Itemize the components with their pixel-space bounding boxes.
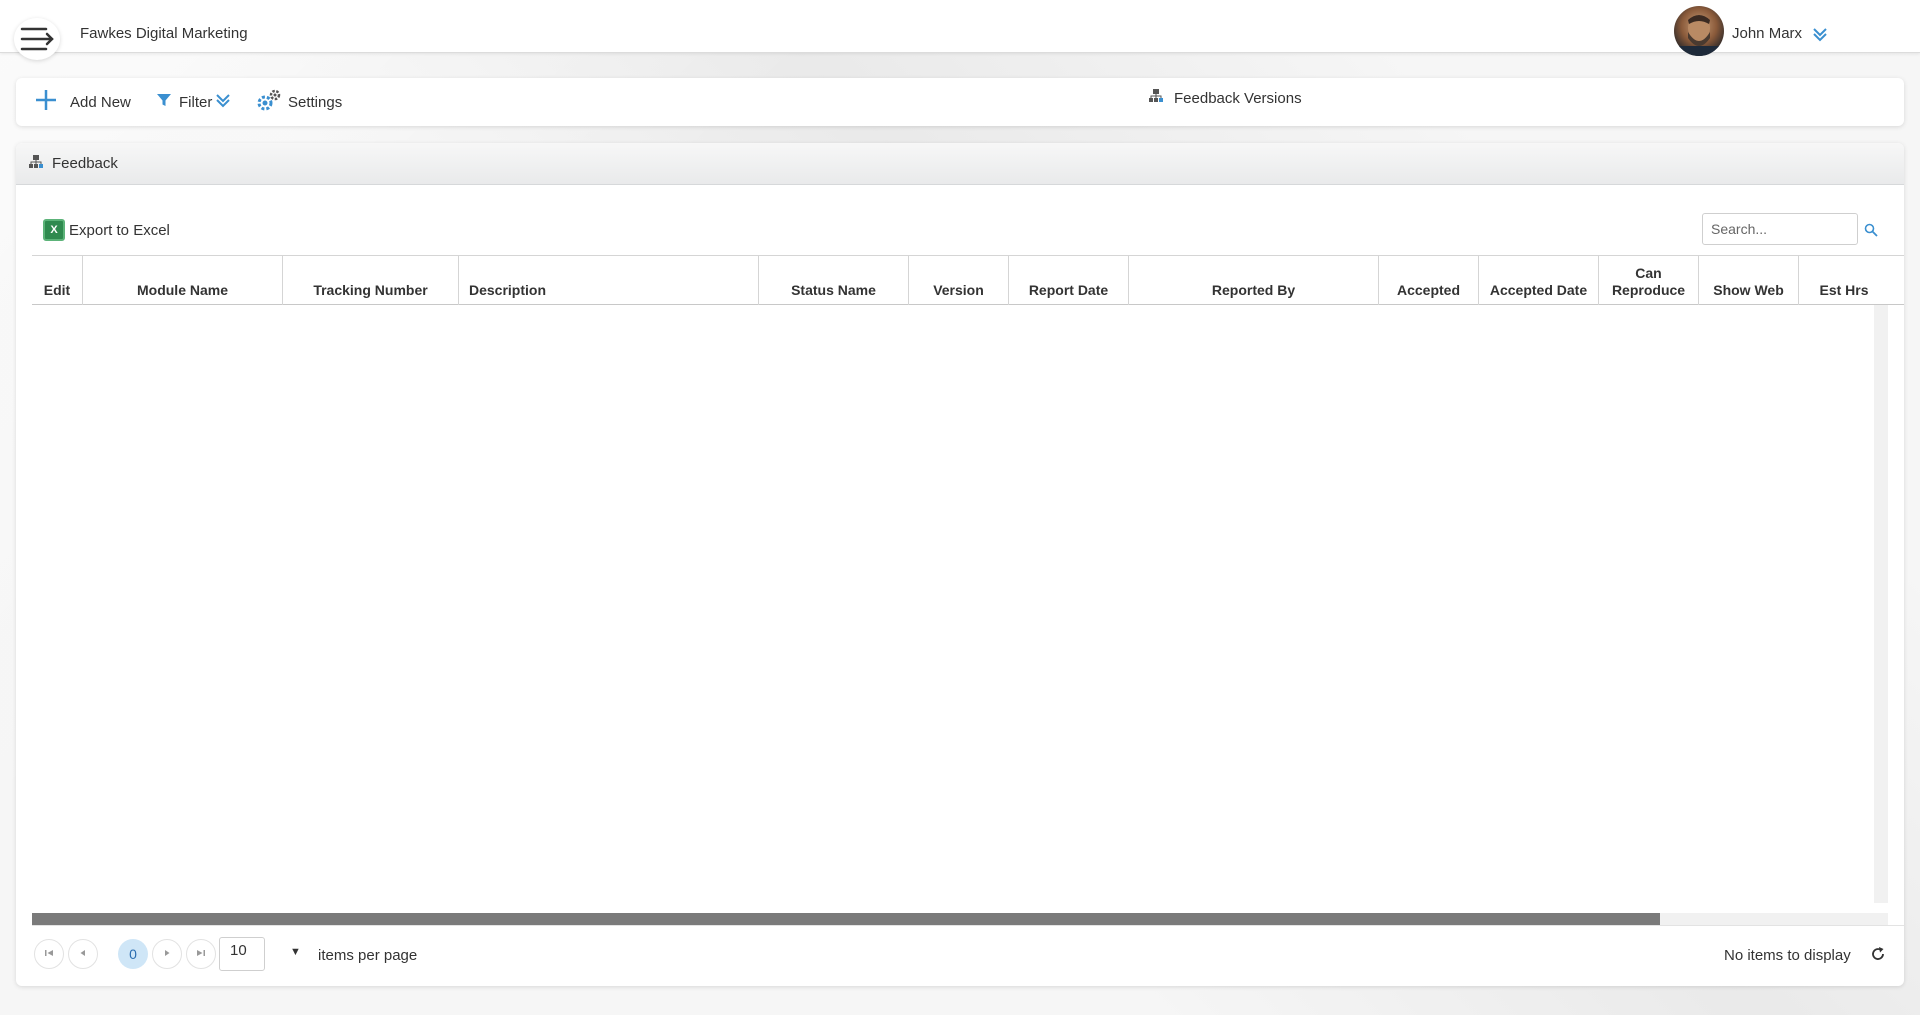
- column-header-can-reproduce[interactable]: Can Reproduce: [1599, 256, 1699, 305]
- gears-icon: [256, 88, 288, 116]
- column-header-est-hrs[interactable]: Est Hrs: [1799, 256, 1889, 305]
- first-page-icon: [44, 948, 54, 961]
- column-header-version[interactable]: Version: [909, 256, 1009, 305]
- column-header-report-date[interactable]: Report Date: [1009, 256, 1129, 305]
- filter-icon: [155, 91, 179, 113]
- items-per-page-label: items per page: [318, 947, 418, 964]
- settings-button[interactable]: Settings: [256, 78, 342, 126]
- next-page-icon: [162, 948, 172, 961]
- column-header-tracking-number[interactable]: Tracking Number: [283, 256, 459, 305]
- user-avatar[interactable]: [1674, 6, 1724, 56]
- top-header: Fawkes Digital Marketing John Marx: [0, 0, 1920, 56]
- menu-toggle-button[interactable]: [14, 18, 60, 60]
- user-name[interactable]: John Marx: [1732, 25, 1802, 42]
- double-chevron-down-icon[interactable]: [1812, 26, 1828, 47]
- search-input[interactable]: [1702, 213, 1858, 245]
- hierarchy-icon: [28, 154, 52, 174]
- vertical-scrollbar[interactable]: [1874, 305, 1888, 903]
- double-chevron-down-icon: [215, 92, 237, 112]
- company-name: Fawkes Digital Marketing: [80, 25, 248, 42]
- excel-icon: X: [43, 219, 65, 241]
- previous-page-icon: [78, 948, 88, 961]
- column-header-edit[interactable]: Edit: [32, 256, 83, 305]
- refresh-icon[interactable]: [1870, 946, 1886, 967]
- grid-header: Edit Module Name Tracking Number Descrip…: [32, 255, 1904, 305]
- export-to-excel-button[interactable]: X Export to Excel: [43, 219, 170, 241]
- toolbar: Add New Filter Settings Feedback Version…: [16, 78, 1904, 126]
- column-header-accepted-date[interactable]: Accepted Date: [1479, 256, 1599, 305]
- add-new-label: Add New: [70, 93, 131, 111]
- column-header-reported-by[interactable]: Reported By: [1129, 256, 1379, 305]
- grid-body: [32, 305, 1888, 903]
- panel-header: Feedback: [16, 143, 1904, 185]
- plus-icon: [34, 88, 64, 116]
- column-header-description[interactable]: Description: [459, 256, 759, 305]
- column-header-status-name[interactable]: Status Name: [759, 256, 909, 305]
- last-page-button[interactable]: [186, 939, 216, 969]
- panel-title: Feedback: [52, 155, 118, 172]
- pager-info: No items to display: [1724, 947, 1851, 964]
- export-label: Export to Excel: [69, 221, 170, 239]
- hierarchy-icon: [1148, 88, 1174, 108]
- pager: 0 10 ▼ items per page No items to displa…: [32, 925, 1904, 977]
- filter-label: Filter: [179, 93, 213, 111]
- page-size-select[interactable]: 10: [219, 937, 265, 971]
- first-page-button[interactable]: [34, 939, 64, 969]
- feedback-panel: Feedback X Export to Excel Edit Module N…: [16, 143, 1904, 986]
- caret-down-icon[interactable]: ▼: [290, 946, 301, 958]
- add-new-button[interactable]: Add New: [34, 78, 131, 126]
- column-header-show-web[interactable]: Show Web: [1699, 256, 1799, 305]
- horizontal-scrollbar-thumb[interactable]: [32, 913, 1660, 925]
- current-page[interactable]: 0: [118, 939, 148, 969]
- last-page-icon: [196, 948, 206, 961]
- column-header-module-name[interactable]: Module Name: [83, 256, 283, 305]
- column-header-accepted[interactable]: Accepted: [1379, 256, 1479, 305]
- search-icon[interactable]: [1864, 223, 1878, 242]
- settings-label: Settings: [288, 93, 343, 111]
- toolbar-title: Feedback Versions: [1148, 88, 1302, 108]
- toolbar-title-text: Feedback Versions: [1174, 89, 1302, 107]
- previous-page-button[interactable]: [68, 939, 98, 969]
- next-page-button[interactable]: [152, 939, 182, 969]
- horizontal-scrollbar[interactable]: [32, 913, 1888, 925]
- filter-button[interactable]: Filter: [155, 78, 237, 126]
